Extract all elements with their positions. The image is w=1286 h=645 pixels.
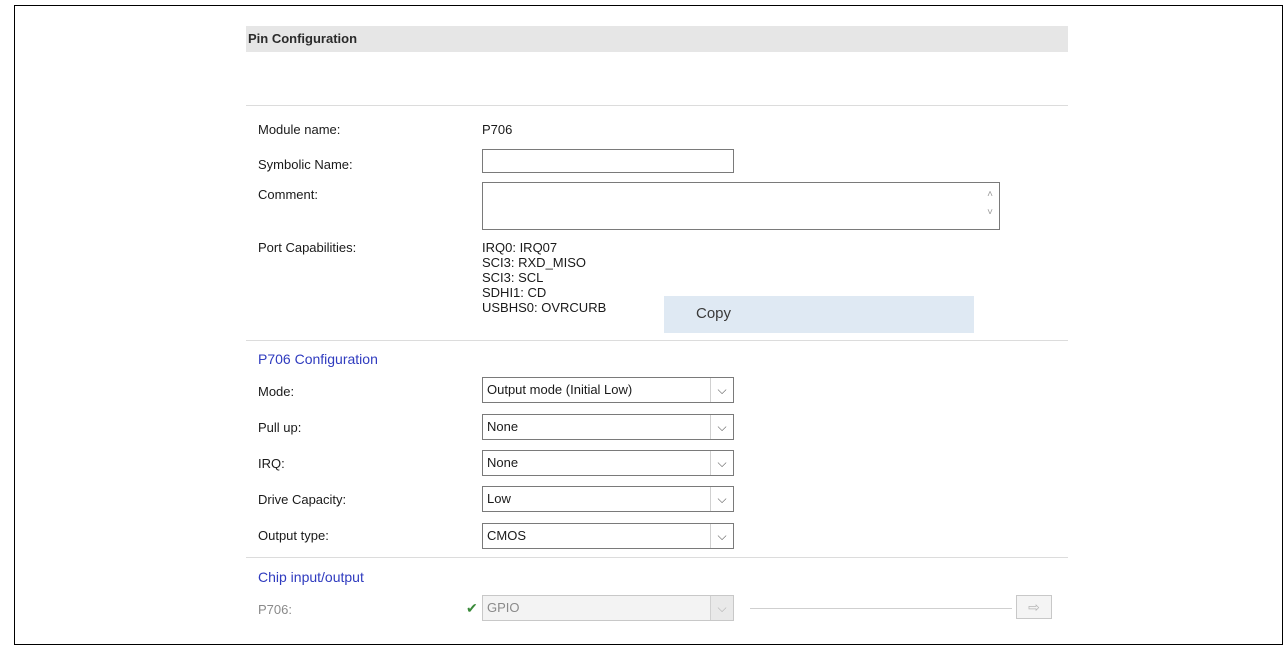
mode-select-value: Output mode (Initial Low) (487, 382, 633, 397)
divider (246, 105, 1068, 106)
symbolic-name-label: Symbolic Name: (258, 157, 353, 172)
output-type-label: Output type: (258, 528, 329, 543)
drive-capacity-label: Drive Capacity: (258, 492, 347, 507)
context-menu-copy[interactable]: Copy (696, 305, 731, 322)
comment-scrollbar[interactable]: ˄ ˅ (983, 186, 997, 222)
section-title-p706-configuration: P706 Configuration (258, 351, 378, 367)
divider (246, 340, 1068, 341)
section-header-pin-configuration: Pin Configuration (246, 26, 1068, 52)
scroll-up-icon[interactable]: ˄ (983, 186, 997, 204)
port-capability-item: USBHS0: OVRCURB (482, 300, 607, 315)
chevron-down-icon[interactable]: ⌵ (710, 596, 733, 620)
pin-function-select[interactable]: GPIO ⌵ (482, 595, 734, 621)
chevron-down-icon[interactable]: ⌵ (710, 524, 733, 548)
chevron-down-icon[interactable]: ⌵ (710, 415, 733, 439)
output-type-select[interactable]: CMOS ⌵ (482, 523, 734, 549)
arrow-right-icon: ⇨ (1028, 599, 1040, 615)
port-capabilities-label: Port Capabilities: (258, 240, 357, 255)
comment-label: Comment: (258, 187, 318, 202)
scroll-down-icon[interactable]: ˅ (983, 204, 997, 222)
window-frame (14, 5, 1283, 645)
irq-select[interactable]: None ⌵ (482, 450, 734, 476)
context-menu: Copy (664, 296, 974, 333)
divider (246, 557, 1068, 558)
check-icon: ✔ (466, 600, 478, 616)
chevron-down-icon[interactable]: ⌵ (710, 451, 733, 475)
pull-up-label: Pull up: (258, 420, 302, 435)
irq-select-value: None (487, 455, 519, 470)
pin-function-select-value: GPIO (487, 600, 520, 615)
pin-p706-label: P706: (258, 602, 292, 617)
pull-up-select-value: None (487, 419, 519, 434)
pull-up-select[interactable]: None ⌵ (482, 414, 734, 440)
module-name-value: P706 (482, 122, 513, 137)
connector-line (750, 608, 1012, 609)
port-capability-item: SCI3: SCL (482, 270, 544, 285)
port-capability-item: IRQ0: IRQ07 (482, 240, 558, 255)
drive-capacity-select-value: Low (487, 491, 511, 506)
output-type-select-value: CMOS (487, 528, 526, 543)
drive-capacity-select[interactable]: Low ⌵ (482, 486, 734, 512)
port-capability-item: SDHI1: CD (482, 285, 547, 300)
section-title-chip-io: Chip input/output (258, 569, 364, 585)
symbolic-name-input[interactable] (482, 149, 734, 173)
comment-textarea[interactable]: ˄ ˅ (482, 182, 1000, 230)
chevron-down-icon[interactable]: ⌵ (710, 487, 733, 511)
mode-label: Mode: (258, 384, 295, 399)
chevron-down-icon[interactable]: ⌵ (710, 378, 733, 402)
module-name-label: Module name: (258, 122, 341, 137)
mode-select[interactable]: Output mode (Initial Low) ⌵ (482, 377, 734, 403)
irq-label: IRQ: (258, 456, 285, 471)
port-capabilities-list: IRQ0: IRQ07 SCI3: RXD_MISO SCI3: SCL SDH… (482, 240, 606, 315)
port-capability-item: SCI3: RXD_MISO (482, 255, 587, 270)
navigate-arrow-button[interactable]: ⇨ (1016, 595, 1052, 619)
